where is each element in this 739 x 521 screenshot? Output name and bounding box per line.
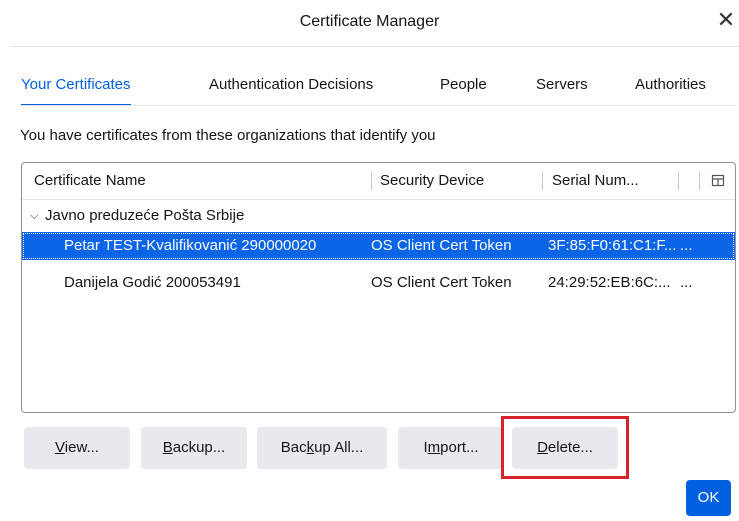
table-header: Certificate Name Security Device Serial … [22,163,735,200]
tab-your-certificates[interactable]: Your Certificates [21,76,131,106]
extra-column-value: ... [680,237,693,254]
column-separator[interactable] [678,172,679,190]
certificate-tree[interactable]: Certificate Name Security Device Serial … [21,162,736,413]
serial-number: 24:29:52:EB:6C:... [548,274,671,291]
highlight-box [501,416,629,479]
title-divider [10,46,739,47]
column-header-serial-number[interactable]: Serial Num... [552,163,639,199]
certificate-row[interactable]: Petar TEST-Kvalifikovanić 290000020 OS C… [22,232,735,260]
certificate-name: Danijela Godić 200053491 [64,274,241,291]
tab-divider [20,105,736,106]
security-device: OS Client Cert Token [371,237,512,254]
column-header-certificate-name[interactable]: Certificate Name [34,163,146,199]
certificate-row[interactable]: Danijela Godić 200053491 OS Client Cert … [22,269,735,297]
dialog-title: Certificate Manager [299,13,440,30]
extra-column-value: ... [680,274,693,291]
tab-authorities[interactable]: Authorities [635,76,706,106]
import-button[interactable]: Import... [398,427,504,469]
column-separator[interactable] [699,172,700,190]
ok-button[interactable]: OK [686,480,731,516]
tab-servers[interactable]: Servers [536,76,588,106]
close-icon[interactable]: ✕ [716,9,736,31]
tab-bar: Your Certificates Authentication Decisio… [20,76,736,106]
column-header-security-device[interactable]: Security Device [380,163,484,199]
column-separator[interactable] [542,172,543,190]
backup-button[interactable]: Backup... [141,427,247,469]
column-picker-icon[interactable] [711,173,725,189]
tree-group-row[interactable]: ⌵ Javno preduzeće Pošta Srbije [22,202,735,230]
column-separator[interactable] [371,172,372,190]
certificate-name: Petar TEST-Kvalifikovanić 290000020 [64,237,317,254]
security-device: OS Client Cert Token [371,274,512,291]
tab-people[interactable]: People [440,76,487,106]
page-description: You have certificates from these organiz… [20,127,436,144]
backup-all-button[interactable]: Backup All... [257,427,387,469]
dialog-titlebar: Certificate Manager ✕ [0,0,739,46]
serial-number: 3F:85:F0:61:C1:F... [548,237,677,254]
tab-authentication-decisions[interactable]: Authentication Decisions [209,76,373,106]
organization-name: Javno preduzeće Pošta Srbije [45,207,245,224]
view-button[interactable]: View... [24,427,130,469]
chevron-down-icon[interactable]: ⌵ [30,202,38,230]
